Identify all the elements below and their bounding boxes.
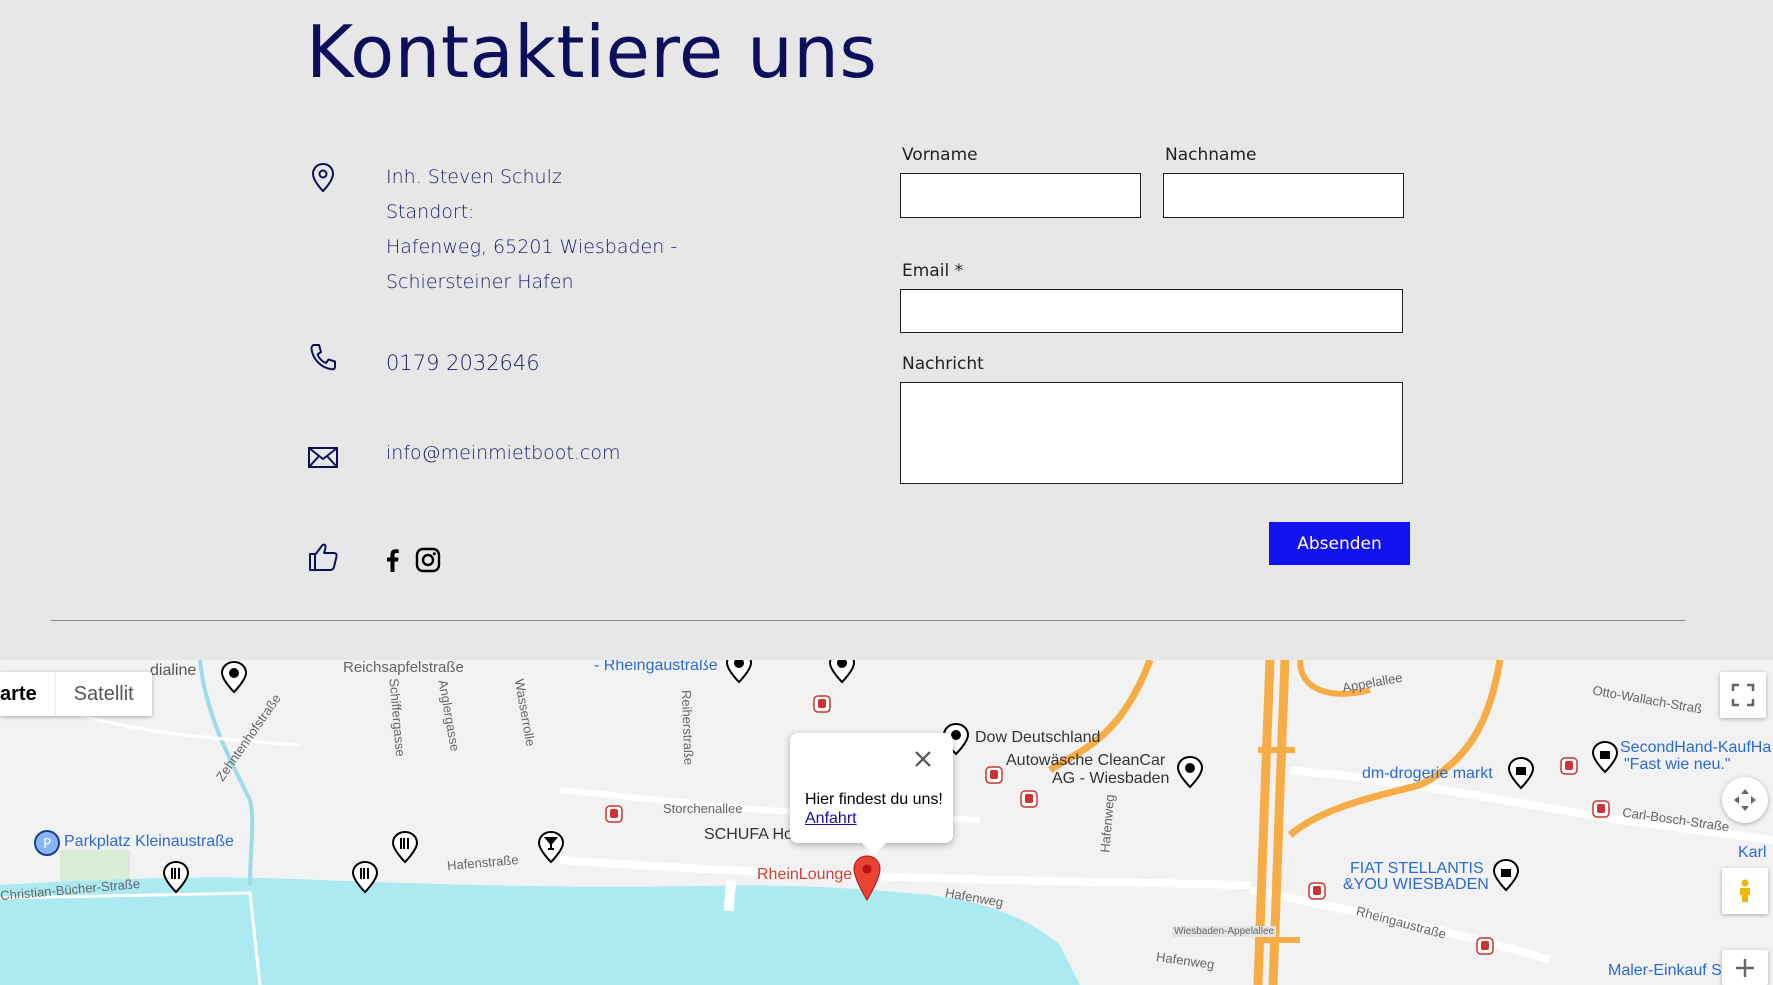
map-label: Storchenallee [663,801,743,816]
restaurant-icon[interactable] [161,860,191,894]
map-label: dm-drogerie markt [1362,765,1493,782]
pan-arrows-icon [1734,789,1756,811]
map-label: SecondHand-KaufHa [1620,739,1772,756]
shopping-bag-icon[interactable] [1506,756,1536,790]
pegman-icon [1740,879,1750,902]
google-map[interactable]: dialine Reichsapfelstraße - Rheingaustra… [0,660,1773,985]
email-label: Email * [902,261,964,281]
address-line: Schiersteiner Hafen [386,271,574,293]
restaurant-icon[interactable] [350,860,380,894]
map-label: RheinLounge [757,866,853,883]
map-type-control: arte Satellit [0,672,152,716]
street-view-button[interactable] [1722,868,1768,914]
message-label: Nachricht [902,354,984,374]
map-label: - Rheingaustraße [594,660,718,674]
bus-stop-icon[interactable] [1592,800,1610,818]
map-label: Parkplatz Kleinaustraße [64,833,234,850]
info-popup: Hier findest du uns! Anfahrt [790,733,953,855]
page-title: Kontaktiere uns [306,10,878,94]
shopping-bag-icon[interactable] [1590,740,1620,774]
map-label: Dow Deutschland [975,729,1101,746]
restaurant-icon[interactable] [390,830,420,864]
bus-stop-icon[interactable] [1560,757,1578,775]
email-link[interactable]: info@meinmietboot.com [386,442,620,464]
bus-stop-icon[interactable] [605,805,623,823]
fullscreen-icon [1731,683,1755,707]
bus-stop-icon[interactable] [813,695,831,713]
map-label: AG - Wiesbaden [1052,770,1170,787]
lastname-label: Nachname [1165,145,1257,165]
map-label: Wiesbaden-Appelallee [1172,926,1277,937]
lastname-input[interactable] [1163,173,1404,218]
bus-stop-icon[interactable] [985,766,1003,784]
firstname-label: Vorname [902,145,978,165]
map-label: Maler-Einkauf S [1608,962,1722,979]
map-pin-icon[interactable] [827,660,857,684]
map-type-satellite[interactable]: Satellit [54,672,152,716]
svg-text:P: P [43,837,51,852]
parking-icon[interactable]: P [32,828,62,862]
plus-icon [1736,958,1754,977]
address-line: Inh. Steven Schulz [386,166,562,188]
contact-section: Kontaktiere uns Inh. Steven Schulz Stand… [0,0,1773,660]
map-label: dialine [150,662,197,679]
location-pin-icon [306,160,340,194]
shopping-bag-icon[interactable] [1491,858,1521,892]
fullscreen-button[interactable] [1720,672,1766,718]
map-label: Reichsapfelstraße [343,660,464,676]
map-pin-icon[interactable] [219,660,249,694]
address-block: Inh. Steven Schulz Standort: Hafenweg, 6… [386,160,677,300]
zoom-in-button[interactable] [1722,950,1768,985]
envelope-icon [306,440,340,474]
phone-number[interactable]: 0179 2032646 [386,351,540,375]
bus-stop-icon[interactable] [1476,937,1494,955]
camera-control-button[interactable] [1722,777,1768,823]
section-divider [51,620,1685,621]
message-textarea[interactable] [900,382,1403,484]
popup-message: Hier findest du uns! [805,791,943,808]
bus-stop-icon[interactable] [1308,882,1326,900]
address-line: Standort: [386,201,475,223]
map-pin-icon[interactable] [724,660,754,684]
map-label: Reiherstraße [678,689,697,766]
location-marker-icon[interactable] [852,855,882,901]
map-type-map[interactable]: arte [0,672,55,716]
map-label: Karl [1738,844,1767,861]
thumbs-up-icon [306,540,340,574]
bar-icon[interactable] [536,830,566,864]
address-line: Hafenweg, 65201 Wiesbaden - [386,236,678,258]
email-field[interactable] [900,289,1403,333]
submit-button[interactable]: Absenden [1269,522,1410,565]
bus-stop-icon[interactable] [1020,790,1038,808]
directions-link[interactable]: Anfahrt [805,810,857,828]
close-icon[interactable] [911,747,935,771]
map-label: &YOU WIESBADEN [1343,876,1489,893]
map-label: SCHUFA Ho [704,826,793,843]
map-label: Autowäsche CleanCar [1006,752,1166,769]
instagram-icon[interactable] [415,547,441,573]
map-pin-icon[interactable] [1175,755,1205,789]
facebook-icon[interactable] [380,547,406,573]
map-label: "Fast wie neu." [1624,756,1731,773]
firstname-input[interactable] [900,173,1141,218]
phone-icon [306,340,340,374]
